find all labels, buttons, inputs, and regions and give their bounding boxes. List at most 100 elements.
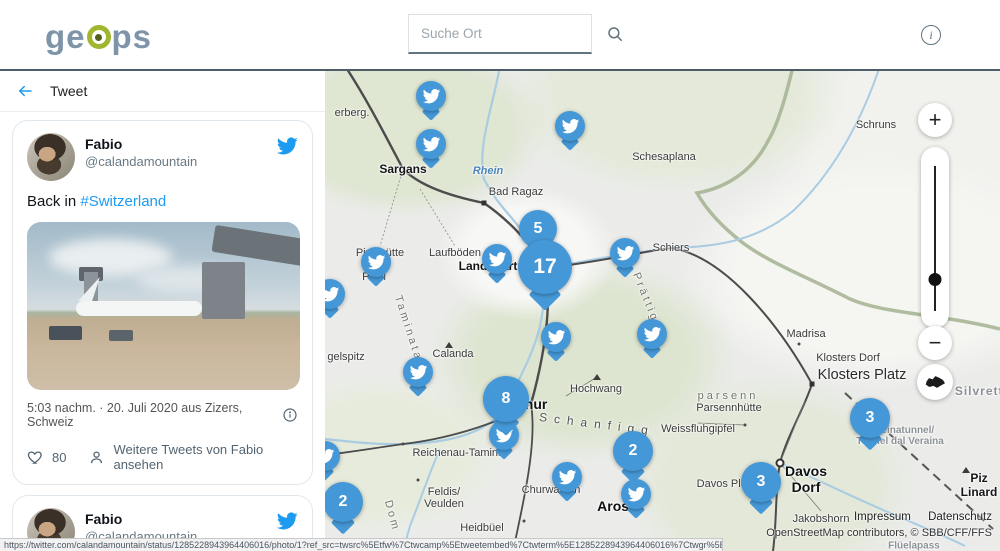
tweet-cluster-marker[interactable]: 3	[741, 462, 781, 502]
tweet-marker[interactable]	[610, 238, 640, 268]
map-poi-mark	[798, 343, 801, 346]
tweet-marker[interactable]	[555, 111, 585, 141]
cluster-count: 2	[629, 442, 638, 460]
tweet-card[interactable]: Fabio @calandamountain Back in #Switzerl…	[12, 120, 313, 485]
map-label: Piz Linard	[961, 471, 998, 499]
tweet-marker[interactable]	[621, 479, 651, 509]
zoom-slider-handle[interactable]	[929, 273, 942, 286]
twitter-bird-icon[interactable]	[276, 133, 298, 162]
tweet-cluster-marker[interactable]: 17	[518, 240, 572, 294]
tweet-cluster-marker[interactable]: 2	[325, 482, 363, 522]
back-button[interactable]	[16, 82, 34, 100]
avatar[interactable]	[27, 133, 75, 181]
impressum-link[interactable]: Impressum	[854, 511, 911, 523]
map-label: Parsennhütte	[696, 402, 761, 414]
map-label: Davos Dorf	[785, 463, 827, 495]
like-heart-icon[interactable]	[27, 449, 44, 466]
logo-text-ge: ge	[45, 18, 86, 56]
map-poi-mark	[744, 424, 747, 427]
cluster-count: 3	[757, 473, 766, 491]
search-icon[interactable]	[606, 25, 624, 43]
tweet-marker[interactable]	[541, 322, 571, 352]
tweet-text: Back in #Switzerland	[27, 193, 298, 210]
tweet-marker[interactable]	[416, 129, 446, 159]
pin-head	[482, 244, 512, 274]
tweet-marker[interactable]	[325, 279, 345, 309]
map-attribution: Impressum Datenschutz OpenStreetMap cont…	[766, 511, 992, 539]
map-label: Klosters Platz	[818, 367, 907, 383]
zoom-in-button[interactable]: +	[918, 103, 952, 137]
map-label: Heidbüel	[460, 522, 503, 534]
info-button[interactable]: i	[921, 25, 941, 45]
pin-head	[637, 319, 667, 349]
pin-head: 2	[613, 431, 653, 471]
tweet-cluster-marker[interactable]: 2	[613, 431, 653, 471]
tweet-author-name[interactable]: Fabio	[85, 136, 276, 152]
map-label: erberg.	[335, 107, 370, 119]
copyright-text: OpenStreetMap contributors, © SBB/CFF/FF…	[766, 527, 992, 539]
pin-head: 17	[518, 240, 572, 294]
twitter-bird-icon[interactable]	[276, 508, 298, 537]
map-label: Feldis/ Veulden	[424, 486, 464, 510]
photo-ground-vehicle	[49, 326, 82, 339]
tweet-marker[interactable]	[325, 441, 340, 471]
sidebar-title: Tweet	[50, 83, 87, 99]
like-count[interactable]: 80	[52, 450, 66, 465]
pin-head	[552, 462, 582, 492]
tweet-author-name[interactable]: Fabio	[85, 511, 276, 527]
hashtag-link[interactable]: #Switzerland	[80, 193, 166, 210]
map-label: Bad Ragaz	[489, 186, 543, 198]
switzerland-extent-button[interactable]	[917, 364, 953, 400]
pin-head	[325, 441, 340, 471]
map-label: Klosters Dorf	[816, 352, 880, 364]
tweet-marker[interactable]	[552, 462, 582, 492]
tweet-marker[interactable]	[361, 247, 391, 277]
zoom-out-button[interactable]: −	[918, 326, 952, 360]
switzerland-icon	[925, 376, 945, 389]
cluster-count: 3	[866, 409, 875, 427]
tweet-marker[interactable]	[482, 244, 512, 274]
search-input[interactable]	[409, 26, 606, 41]
more-tweets-link[interactable]: Weitere Tweets von Fabio ansehen	[113, 442, 298, 472]
map-label: Rhein	[473, 165, 504, 177]
map-poi-mark	[810, 382, 815, 387]
zoom-slider[interactable]	[921, 147, 949, 328]
tweet-marker[interactable]	[637, 319, 667, 349]
pin-head	[325, 279, 345, 309]
photo-jet-bridge	[211, 225, 300, 266]
map-canvas[interactable]: erberg.SargansRheinBad RagazPizolhütteLa…	[325, 71, 1000, 551]
cluster-count: 5	[534, 220, 543, 238]
tweet-marker[interactable]	[403, 357, 433, 387]
map-poi-mark	[523, 520, 526, 523]
map-label: Madrisa	[786, 328, 825, 340]
tweet-cluster-marker[interactable]: 3	[850, 398, 890, 438]
cluster-count: 2	[339, 493, 348, 511]
header-divider	[0, 69, 1000, 71]
map-label: gelspitz	[327, 351, 364, 363]
cluster-count: 17	[533, 255, 556, 279]
geops-logo[interactable]: ge ps	[45, 18, 152, 56]
pin-head	[621, 479, 651, 509]
pin-head	[541, 322, 571, 352]
map-label: Weissfluhgipfel	[661, 423, 735, 435]
sidebar-header: Tweet	[0, 71, 325, 112]
datenschutz-link[interactable]: Datenschutz	[928, 511, 992, 523]
map-label: Calanda	[433, 348, 474, 360]
map-label: Laufböden	[429, 247, 481, 259]
geops-o-dot	[95, 34, 102, 41]
map-label: Schesaplana	[632, 151, 696, 163]
tweet-cluster-marker[interactable]: 8	[483, 376, 529, 422]
cluster-count: 8	[502, 390, 511, 408]
tweet-info-icon[interactable]	[282, 407, 298, 423]
tweet-author-handle[interactable]: @calandamountain	[85, 154, 276, 169]
map-poi-mark	[593, 374, 601, 380]
tweet-photo[interactable]	[27, 222, 300, 390]
tweet-timestamp[interactable]: 5:03 nachm. · 20. Juli 2020 aus Zizers, …	[27, 401, 282, 429]
pin-head	[403, 357, 433, 387]
logo-text-ps: ps	[112, 18, 153, 56]
person-icon[interactable]	[88, 449, 105, 466]
pin-head: 3	[850, 398, 890, 438]
tweet-marker[interactable]	[416, 81, 446, 111]
map-label: Schruns	[856, 119, 896, 131]
tweet-sidebar: Tweet Fabio @calandamountain Back in #Sw…	[0, 71, 325, 551]
